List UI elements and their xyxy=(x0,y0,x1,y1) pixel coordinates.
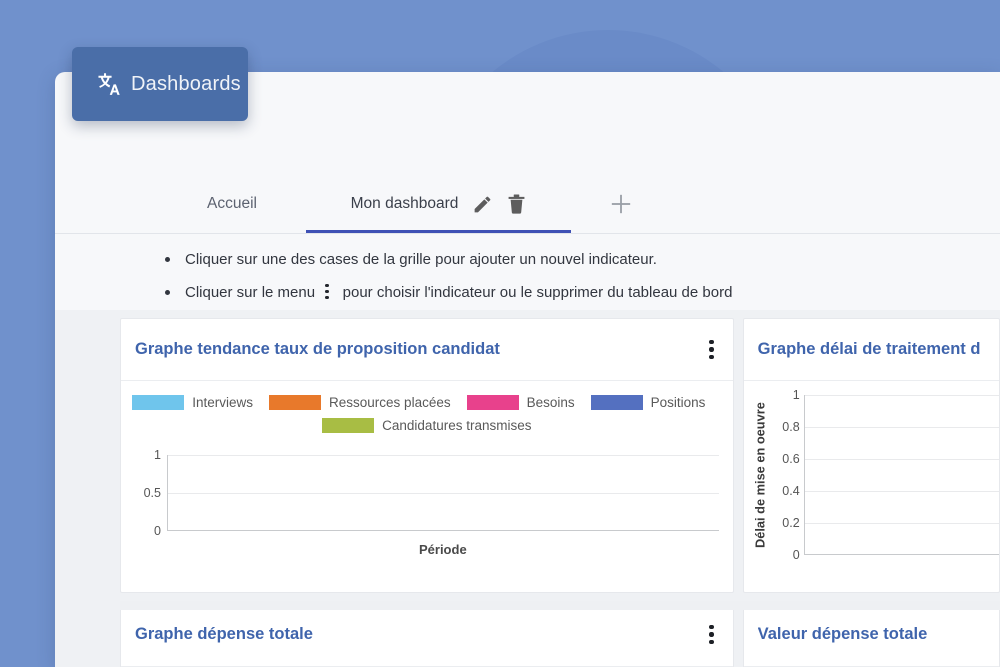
gridline xyxy=(804,491,999,492)
legend-item-candidatures-transmises[interactable]: Candidatures transmises xyxy=(322,418,531,433)
dashboard-grid: Graphe tendance taux de proposition cand… xyxy=(55,310,1000,667)
legend-item-ressources-placees[interactable]: Ressources placées xyxy=(269,395,451,410)
kebab-menu-icon xyxy=(325,283,329,300)
y-axis: 1 0.8 0.6 0.4 0.2 0 xyxy=(770,388,804,562)
add-dashboard-button[interactable] xyxy=(571,175,671,233)
bullet-icon xyxy=(165,257,170,262)
legend-item-besoins[interactable]: Besoins xyxy=(466,395,575,410)
card-header: Graphe délai de traitement d xyxy=(743,319,999,381)
chart-plot-trend: 1 0.5 0 Période xyxy=(135,447,719,567)
tab-mon-dashboard-label: Mon dashboard xyxy=(350,195,459,213)
card-header: Graphe dépense totale xyxy=(121,603,733,667)
pencil-icon xyxy=(474,196,491,212)
x-axis-label: Période xyxy=(418,542,467,557)
legend-item-interviews[interactable]: Interviews xyxy=(132,395,253,410)
edit-dashboard-button[interactable] xyxy=(472,194,493,215)
legend-label: Ressources placées xyxy=(329,395,451,410)
card-title: Graphe tendance taux de proposition cand… xyxy=(135,340,500,358)
card-graphe-depense-totale[interactable]: Graphe dépense totale xyxy=(120,602,734,667)
legend-swatch-icon xyxy=(590,395,643,410)
gridline xyxy=(804,523,999,524)
dashboard-tab-bar: Accueil Mon dashboard xyxy=(55,175,1000,234)
tab-accueil-label: Accueil xyxy=(207,195,257,213)
grid-row-separator xyxy=(120,601,1000,610)
bullet-icon xyxy=(165,290,170,295)
gridline xyxy=(168,455,719,456)
instruction-text-1: Cliquer sur une des cases de la grille p… xyxy=(185,251,657,268)
legend-label: Besoins xyxy=(526,395,575,410)
y-tick: 0.6 xyxy=(782,452,800,466)
instruction-text-2-after: pour choisir l'indicateur ou le supprime… xyxy=(342,284,733,301)
legend-label: Positions xyxy=(650,395,706,410)
y-tick: 0.8 xyxy=(782,420,800,434)
y-tick: 0.4 xyxy=(782,484,800,498)
legend-label: Candidatures transmises xyxy=(382,418,532,433)
tab-mon-dashboard[interactable]: Mon dashboard xyxy=(306,175,571,233)
card-graphe-delai-de-traitement[interactable]: Graphe délai de traitement d Délai de mi… xyxy=(742,318,1000,593)
gridline xyxy=(804,395,999,396)
y-axis: 1 0.5 0 xyxy=(135,447,167,539)
gridline xyxy=(804,459,999,460)
plot-area xyxy=(167,455,719,531)
y-tick: 1 xyxy=(154,448,161,462)
y-tick: 0.5 xyxy=(143,486,161,500)
gridline xyxy=(804,427,999,428)
chart-plot-delay: Délai de mise en oeuvre 1 0.8 0.6 0.4 0.… xyxy=(744,388,999,589)
card-title: Graphe délai de traitement d xyxy=(757,340,981,358)
card-header: Valeur dépense totale xyxy=(743,603,999,667)
dashboards-badge-label: Dashboards xyxy=(131,72,241,95)
y-tick: 0.2 xyxy=(782,516,800,530)
card-valeur-depense-totale[interactable]: Valeur dépense totale xyxy=(742,602,1000,667)
legend-swatch-icon xyxy=(466,395,519,410)
plus-icon xyxy=(611,194,631,214)
legend-item-positions[interactable]: Positions xyxy=(590,395,706,410)
card-title: Valeur dépense totale xyxy=(757,625,928,643)
chart-legend: Interviews Ressources placées Besoins Po… xyxy=(121,381,733,445)
instruction-text-2-before: Cliquer sur le menu xyxy=(185,284,316,301)
dashboard-grid-row-top: Graphe tendance taux de proposition cand… xyxy=(55,310,1000,593)
card-header: Graphe tendance taux de proposition cand… xyxy=(121,319,733,381)
card-body: Délai de mise en oeuvre 1 0.8 0.6 0.4 0.… xyxy=(744,381,999,592)
y-tick: 1 xyxy=(792,388,800,402)
legend-label: Interviews xyxy=(192,395,254,410)
card-graphe-tendance-taux-proposition-candidat[interactable]: Graphe tendance taux de proposition cand… xyxy=(120,318,734,593)
legend-swatch-icon xyxy=(269,395,322,410)
instruction-item-2: Cliquer sur le menu pour choisir l'indic… xyxy=(165,276,1000,309)
instruction-item-1: Cliquer sur une des cases de la grille p… xyxy=(165,243,1000,276)
card-body: Interviews Ressources placées Besoins Po… xyxy=(121,381,733,592)
legend-second-row: Candidatures transmises xyxy=(131,418,723,443)
app-panel: Accueil Mon dashboard Cliquer sur une de… xyxy=(55,72,1000,667)
instructions-block: Cliquer sur une des cases de la grille p… xyxy=(55,235,1000,309)
delete-dashboard-button[interactable] xyxy=(507,193,526,215)
translate-icon xyxy=(98,73,120,95)
gridline xyxy=(168,493,719,494)
card-title: Graphe dépense totale xyxy=(135,625,313,643)
legend-swatch-icon xyxy=(132,395,185,410)
plot-area xyxy=(803,395,999,555)
y-axis-label: Délai de mise en oeuvre xyxy=(752,402,768,548)
y-tick: 0 xyxy=(154,524,161,538)
dashboards-badge[interactable]: Dashboards xyxy=(72,47,248,121)
trash-icon xyxy=(508,194,525,214)
card-menu-button[interactable] xyxy=(706,336,716,363)
tab-accueil[interactable]: Accueil xyxy=(158,175,306,233)
legend-swatch-icon xyxy=(322,418,375,433)
dashboard-grid-row-bottom: Graphe dépense totale Valeur dépense tot… xyxy=(55,602,1000,667)
y-tick: 0 xyxy=(792,548,800,562)
card-menu-button[interactable] xyxy=(706,621,716,648)
